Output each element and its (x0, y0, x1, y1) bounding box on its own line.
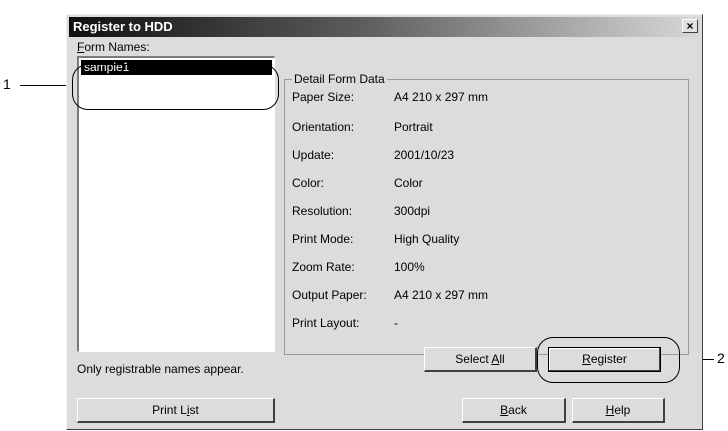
detail-label: Output Paper: (292, 288, 367, 302)
detail-value: A4 210 x 297 mm (394, 90, 489, 104)
print-list-button[interactable]: Print List (77, 398, 275, 423)
callout-2-number: 2 (717, 350, 725, 366)
detail-label: Resolution: (292, 204, 353, 218)
detail-value: A4 210 x 297 mm (394, 288, 489, 302)
detail-value: - (394, 316, 398, 330)
detail-label: Update: (292, 148, 335, 162)
callout-2-ellipse (537, 337, 680, 383)
back-button[interactable]: Back (462, 398, 566, 423)
form-names-label: Form Names: (77, 40, 150, 54)
detail-value: Portrait (394, 120, 433, 134)
help-button[interactable]: Help (572, 398, 665, 423)
detail-label: Paper Size: (292, 90, 355, 104)
detail-value: High Quality (394, 232, 460, 246)
detail-value: 2001/10/23 (394, 148, 455, 162)
detail-label: Color: (292, 176, 325, 190)
detail-value: 300dpi (394, 204, 431, 218)
callout-1-ellipse (72, 64, 279, 110)
callout-1-number: 1 (3, 76, 11, 92)
select-all-button[interactable]: Select All (424, 347, 537, 372)
detail-value: 100% (394, 260, 425, 274)
detail-label: Zoom Rate: (292, 260, 355, 274)
detail-label: Print Mode: (292, 232, 354, 246)
detail-label: Print Layout: (292, 316, 360, 330)
detail-value: Color (394, 176, 423, 190)
registrable-names-note: Only registrable names appear. (77, 362, 244, 376)
detail-label: Orientation: (292, 120, 355, 134)
detail-form-data-title: Detail Form Data (292, 72, 387, 86)
